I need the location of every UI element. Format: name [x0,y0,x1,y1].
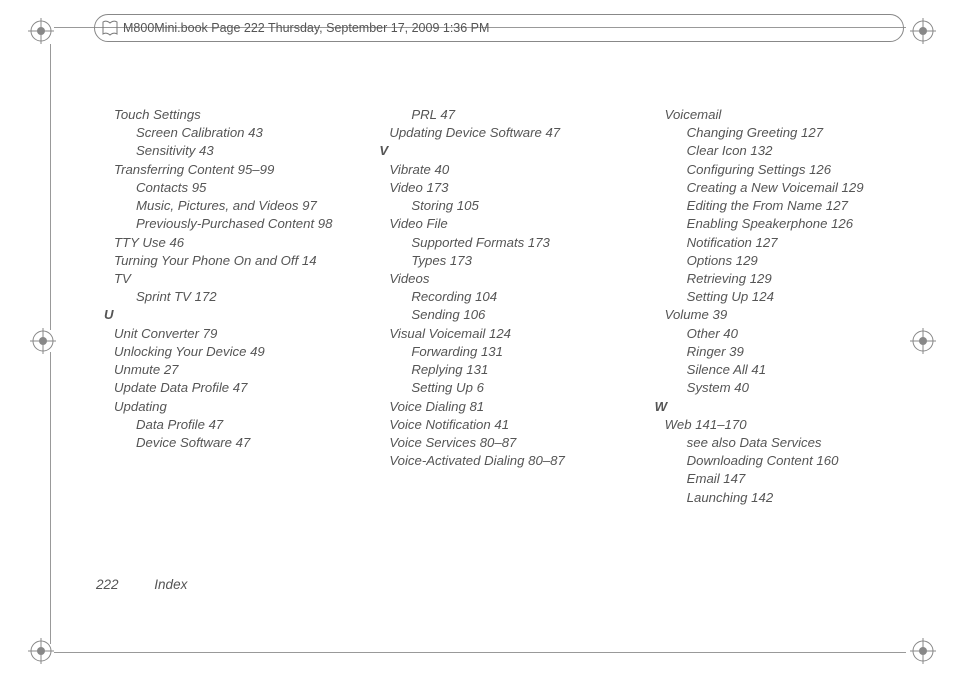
document-header: M800Mini.book Page 222 Thursday, Septemb… [94,14,904,42]
index-entry: Storing 105 [375,197,638,215]
index-section-letter: W [651,398,914,416]
index-entry: Update Data Profile 47 [100,379,363,397]
index-entry: Setting Up 124 [651,288,914,306]
index-entry: Device Software 47 [100,434,363,452]
index-entry: Videos [375,270,638,288]
crop-line [54,652,906,653]
index-entry: see also Data Services [651,434,914,452]
document-header-text: M800Mini.book Page 222 Thursday, Septemb… [123,21,489,35]
index-section-letter: U [100,306,363,324]
index-entry: Visual Voicemail 124 [375,325,638,343]
index-entry: Contacts 95 [100,179,363,197]
index-column-2: PRL 47Updating Device Software 47VVibrat… [375,106,638,606]
index-entry: Recording 104 [375,288,638,306]
index-entry: Data Profile 47 [100,416,363,434]
index-entry: Unit Converter 79 [100,325,363,343]
index-entry: TV [100,270,363,288]
index-entry: Updating Device Software 47 [375,124,638,142]
registration-mark-icon [28,18,54,44]
book-icon [101,19,119,37]
index-entry: PRL 47 [375,106,638,124]
crop-line [50,44,51,330]
index-entry: System 40 [651,379,914,397]
index-entry: Updating [100,398,363,416]
index-column-3: VoicemailChanging Greeting 127Clear Icon… [651,106,914,606]
index-entry: Voice-Activated Dialing 80–87 [375,452,638,470]
index-entry: Supported Formats 173 [375,234,638,252]
index-entry: Voice Notification 41 [375,416,638,434]
index-entry: Sending 106 [375,306,638,324]
index-entry: Launching 142 [651,489,914,507]
index-entry: Sprint TV 172 [100,288,363,306]
index-entry: Retrieving 129 [651,270,914,288]
index-entry: Replying 131 [375,361,638,379]
index-entry: Clear Icon 132 [651,142,914,160]
index-entry: Voice Services 80–87 [375,434,638,452]
index-entry: Voice Dialing 81 [375,398,638,416]
index-entry: Enabling Speakerphone 126 [651,215,914,233]
index-entry: Creating a New Voicemail 129 [651,179,914,197]
index-content: Touch SettingsScreen Calibration 43Sensi… [100,106,914,606]
index-entry: Types 173 [375,252,638,270]
index-entry: Notification 127 [651,234,914,252]
index-entry: Options 129 [651,252,914,270]
footer-label: Index [154,577,187,592]
index-entry: Music, Pictures, and Videos 97 [100,197,363,215]
index-entry: Video 173 [375,179,638,197]
index-column-1: Touch SettingsScreen Calibration 43Sensi… [100,106,363,606]
index-entry: Vibrate 40 [375,161,638,179]
index-entry: Editing the From Name 127 [651,197,914,215]
index-section-letter: V [375,142,638,160]
index-entry: Downloading Content 160 [651,452,914,470]
index-entry: TTY Use 46 [100,234,363,252]
index-entry: Setting Up 6 [375,379,638,397]
index-entry: Unmute 27 [100,361,363,379]
index-entry: Touch Settings [100,106,363,124]
index-entry: Unlocking Your Device 49 [100,343,363,361]
registration-mark-icon [910,18,936,44]
index-entry: Silence All 41 [651,361,914,379]
index-entry: Forwarding 131 [375,343,638,361]
registration-mark-icon [910,638,936,664]
index-entry: Volume 39 [651,306,914,324]
crop-line [50,352,51,644]
index-entry: Voicemail [651,106,914,124]
index-entry: Video File [375,215,638,233]
index-entry: Sensitivity 43 [100,142,363,160]
index-entry: Screen Calibration 43 [100,124,363,142]
index-entry: Changing Greeting 127 [651,124,914,142]
index-entry: Previously-Purchased Content 98 [100,215,363,233]
index-entry: Web 141–170 [651,416,914,434]
index-entry: Other 40 [651,325,914,343]
index-entry: Turning Your Phone On and Off 14 [100,252,363,270]
index-entry: Configuring Settings 126 [651,161,914,179]
page-footer: 222 Index [96,577,187,592]
registration-mark-icon [30,328,56,354]
index-entry: Email 147 [651,470,914,488]
index-entry: Transferring Content 95–99 [100,161,363,179]
index-entry: Ringer 39 [651,343,914,361]
page-number: 222 [96,577,119,592]
